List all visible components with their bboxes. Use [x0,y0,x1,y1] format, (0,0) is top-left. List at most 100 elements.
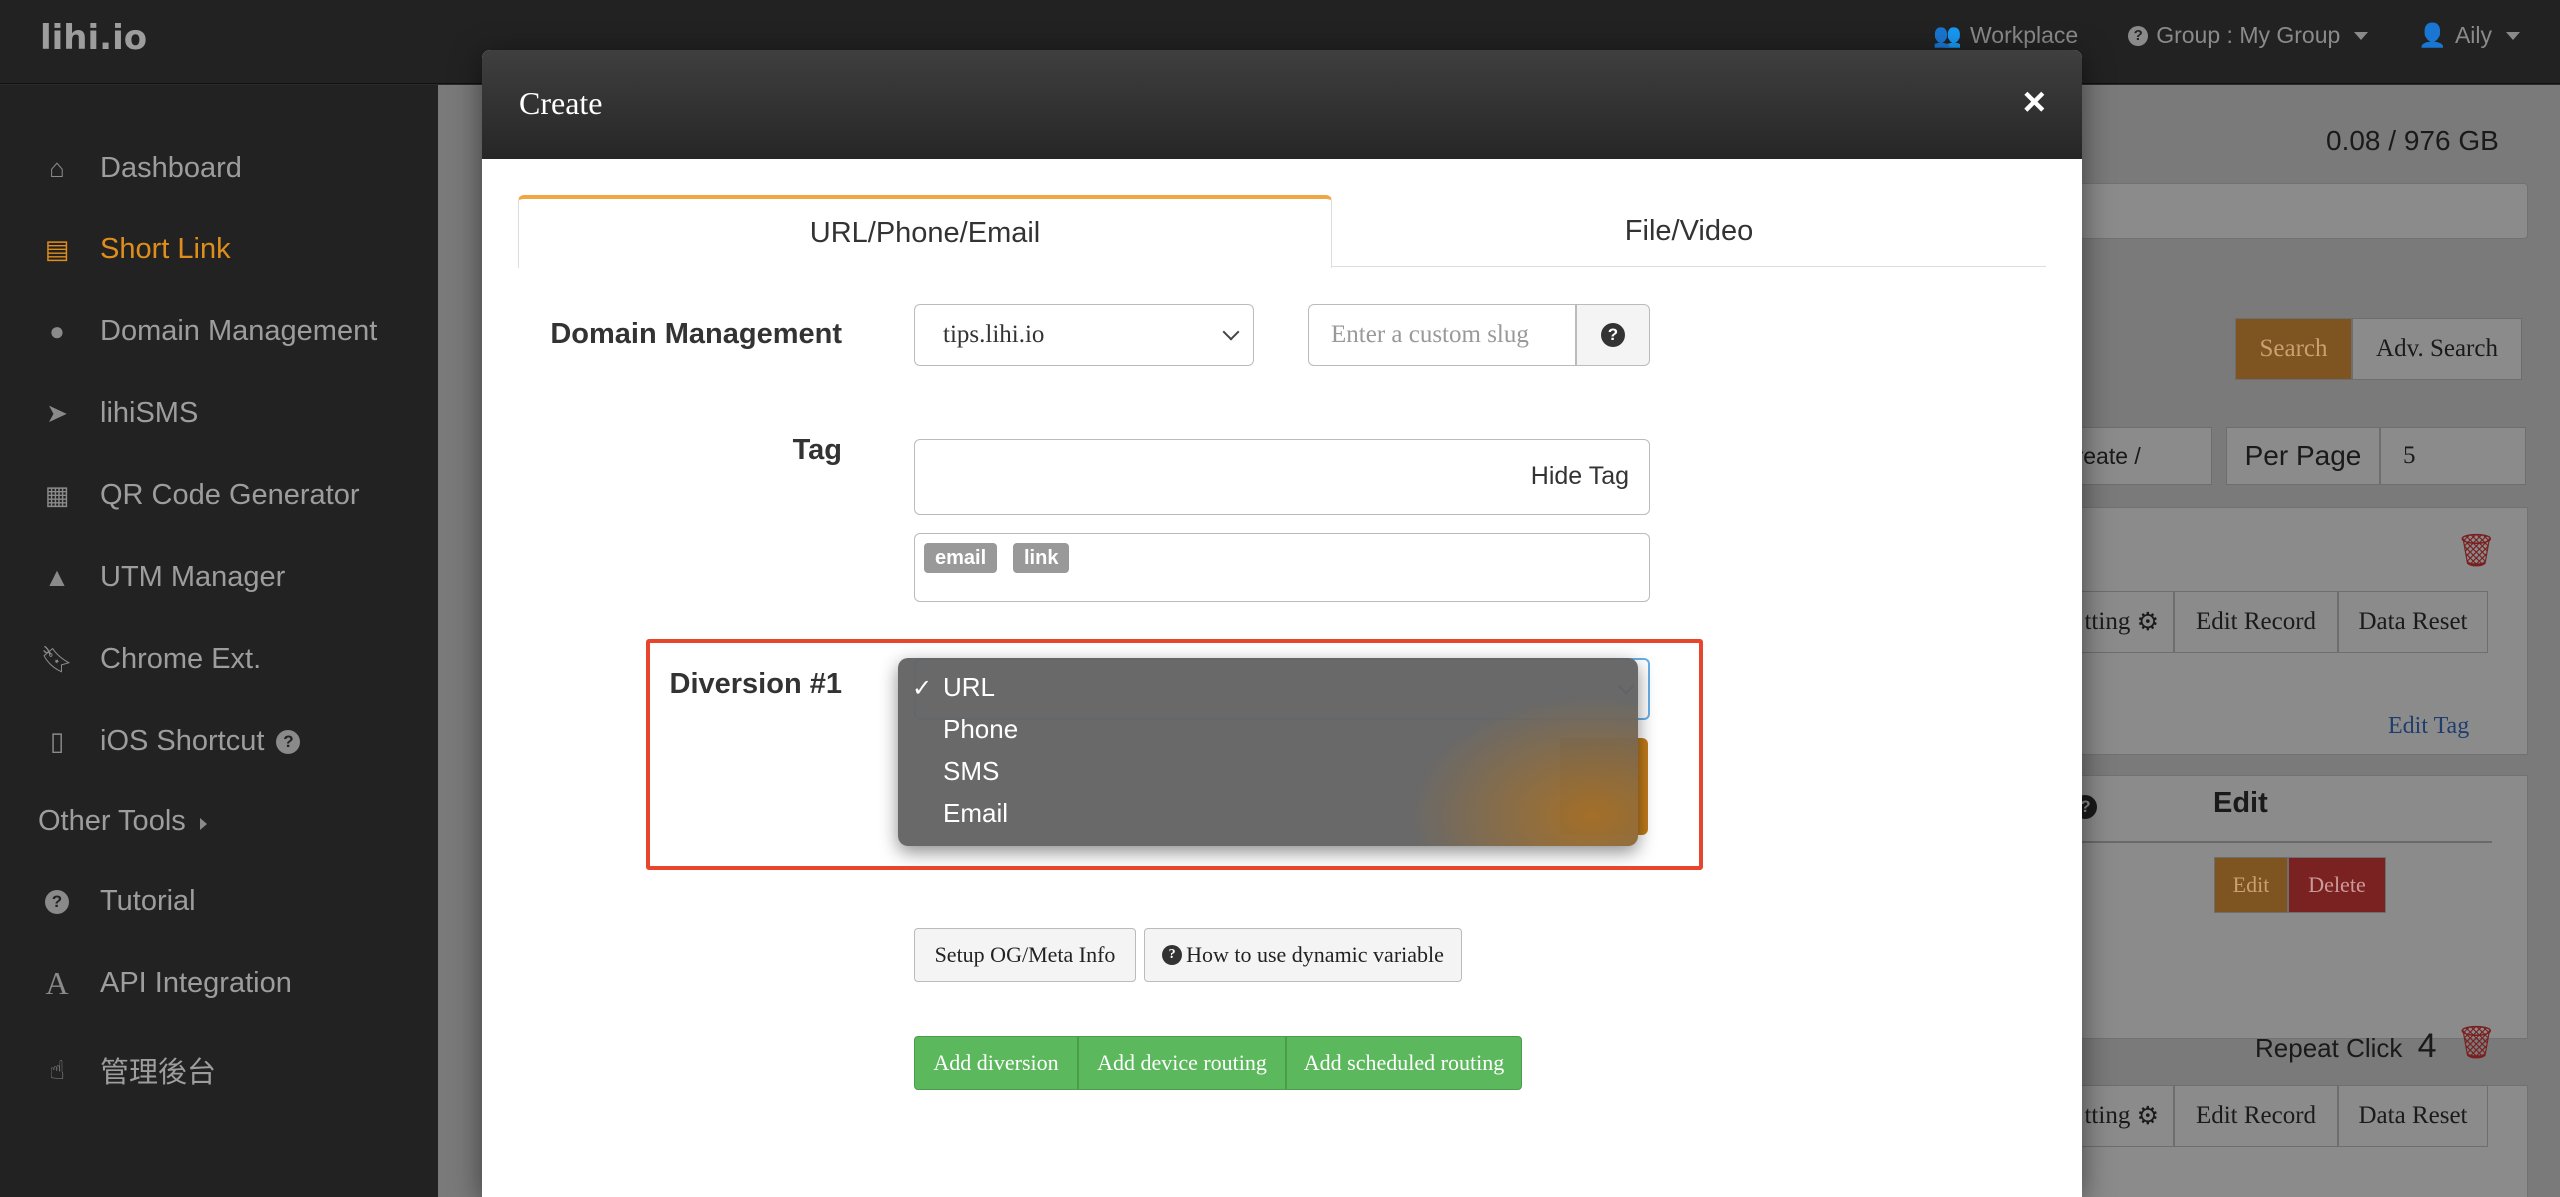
gear-icon: ⚙ [2136,1103,2159,1130]
brand-logo[interactable]: lihi.io [40,18,147,58]
tag-label: Tag [792,434,842,466]
repeat-click: Repeat Click 4 [2255,1027,2437,1066]
sidebar-item-tutorial[interactable]: ? Tutorial [40,885,196,918]
tab-file-video[interactable]: File/Video [1332,195,2046,267]
domain-label: Domain Management [550,318,842,350]
domain-select[interactable]: tips.lihi.io [914,304,1254,366]
other-tools-label: Other Tools [38,805,186,837]
custom-slug-input[interactable]: Enter a custom slug [1308,304,1576,366]
trash-icon: 🗑︎ [2456,532,2497,568]
slug-help-button[interactable]: ? [1576,304,1650,366]
caret-down-icon [2506,31,2520,40]
tag-input[interactable]: Hide Tag [914,439,1650,515]
adv-search-button: Adv. Search [2352,318,2522,380]
edit-tag-link: Edit Tag [2388,713,2470,739]
sidebar-item-dashboard[interactable]: ⌂ Dashboard [40,152,242,185]
setup-og-meta-button[interactable]: Setup OG/Meta Info [914,928,1136,982]
group-label: Group : My Group [2156,22,2341,48]
sidebar-item-label: iOS Shortcut [100,725,265,757]
hide-tag-toggle[interactable]: Hide Tag [1531,462,1629,491]
dynamic-variable-help-button[interactable]: ? How to use dynamic variable [1144,928,1462,982]
sidebar-item-api-integration[interactable]: A API Integration [40,965,292,1001]
sidebar-item-label: QR Code Generator [100,479,360,511]
list-icon: ▤ [44,234,70,264]
sidebar-item-label: UTM Manager [100,561,286,593]
edit-record-button: Edit Record [2174,591,2338,653]
delete-button: Delete [2288,857,2386,913]
send-icon: ➤ [46,398,68,428]
setting-label: tting [2084,1102,2131,1129]
sidebar-item-utm-manager[interactable]: ▲ UTM Manager [40,561,285,594]
tab-url-phone-email[interactable]: URL/Phone/Email [518,195,1332,268]
sidebar-item-chrome-ext[interactable]: 🔖︎ Chrome Ext. [40,643,261,676]
road-icon: ▲ [44,562,70,592]
divider [2038,841,2492,843]
sidebar-item-short-link[interactable]: ▤ Short Link [40,233,231,266]
checkmark-icon: ✓ [912,675,933,702]
sidebar-item-label: Short Link [100,233,231,265]
repeat-click-value: 4 [2417,1027,2437,1065]
diversion-option-phone[interactable]: Phone [943,714,1018,745]
diversion-option-url[interactable]: URL [943,672,995,703]
group-dropdown[interactable]: ? Group : My Group [2128,22,2369,49]
font-icon: A [45,965,69,1001]
bookmark-icon: 🔖︎ [40,644,74,674]
slug-placeholder: Enter a custom slug [1331,321,1529,348]
sidebar: ⌂ Dashboard ▤ Short Link ● Domain Manage… [0,85,438,1197]
dynamic-variable-label: How to use dynamic variable [1186,942,1444,967]
add-device-routing-button[interactable]: Add device routing [1078,1036,1286,1090]
sidebar-item-label: Chrome Ext. [100,643,262,675]
tag-pill-email[interactable]: email [924,543,998,573]
globe-icon: ● [49,316,65,346]
caret-right-icon [199,817,207,830]
sidebar-item-label: Domain Management [100,315,378,347]
diversion-option-email[interactable]: Email [943,798,1008,829]
sidebar-item-label: API Integration [100,967,292,999]
user-label: Aily [2454,22,2492,48]
add-diversion-button[interactable]: Add diversion [914,1036,1078,1090]
create-modal: Create × URL/Phone/Email File/Video Doma… [482,50,2082,1197]
diversion-option-sms[interactable]: SMS [943,756,999,787]
close-icon[interactable]: × [2023,80,2046,125]
hand-pointer-icon: ☝ [49,1054,65,1085]
column-header-edit: Edit [2213,787,2268,819]
question-circle-icon: ? [1162,945,1183,965]
bg-search-input [2038,183,2528,239]
search-button: Search [2235,318,2352,380]
per-page-value: 5 [2403,442,2416,469]
sidebar-item-admin[interactable]: ☝ 管理後台 [40,1049,216,1091]
sidebar-item-domain-management[interactable]: ● Domain Management [40,315,377,348]
sidebar-item-qr-code[interactable]: ▦ QR Code Generator [40,479,360,512]
workplace-link[interactable]: 👥 Workplace [1933,22,2078,49]
sidebar-item-ios-shortcut[interactable]: ▯ iOS Shortcut ? [40,725,301,758]
home-icon: ⌂ [49,153,65,183]
data-reset-button: Data Reset [2338,1085,2488,1147]
setting-label: tting [2084,608,2131,635]
sidebar-item-lihisms[interactable]: ➤ lihiSMS [40,397,198,430]
question-circle-icon: ? [276,729,301,754]
tag-list: email link [914,533,1650,602]
domain-select-value: tips.lihi.io [943,321,1045,348]
question-circle-icon: ? [1601,323,1625,347]
sidebar-item-label: Tutorial [100,885,196,917]
sidebar-other-tools[interactable]: Other Tools [38,805,207,838]
sidebar-item-label: lihiSMS [100,397,199,429]
per-page-label: Per Page [2226,427,2380,485]
users-icon: 👥 [1933,22,1962,48]
trash-icon: 🗑︎ [2456,1024,2497,1060]
sidebar-item-label: Dashboard [100,152,242,184]
user-icon: 👤 [2418,22,2447,48]
chevron-down-icon [1222,323,1240,341]
workplace-label: Workplace [1969,22,2079,48]
mobile-icon: ▯ [49,726,65,756]
gear-icon: ⚙ [2136,609,2159,636]
per-page-select: 5 [2380,427,2526,485]
question-circle-icon: ? [2128,25,2149,46]
tag-pill-link[interactable]: link [1013,543,1070,573]
storage-usage: 0.08 / 976 GB [2326,125,2499,156]
user-dropdown[interactable]: 👤 Aily [2418,22,2520,49]
diversion-label: Diversion #1 [669,668,842,700]
top-nav: 👥 Workplace ? Group : My Group 👤 Aily [1933,22,2520,49]
modal-tabs: URL/Phone/Email File/Video [518,195,2046,268]
add-scheduled-routing-button[interactable]: Add scheduled routing [1286,1036,1522,1090]
